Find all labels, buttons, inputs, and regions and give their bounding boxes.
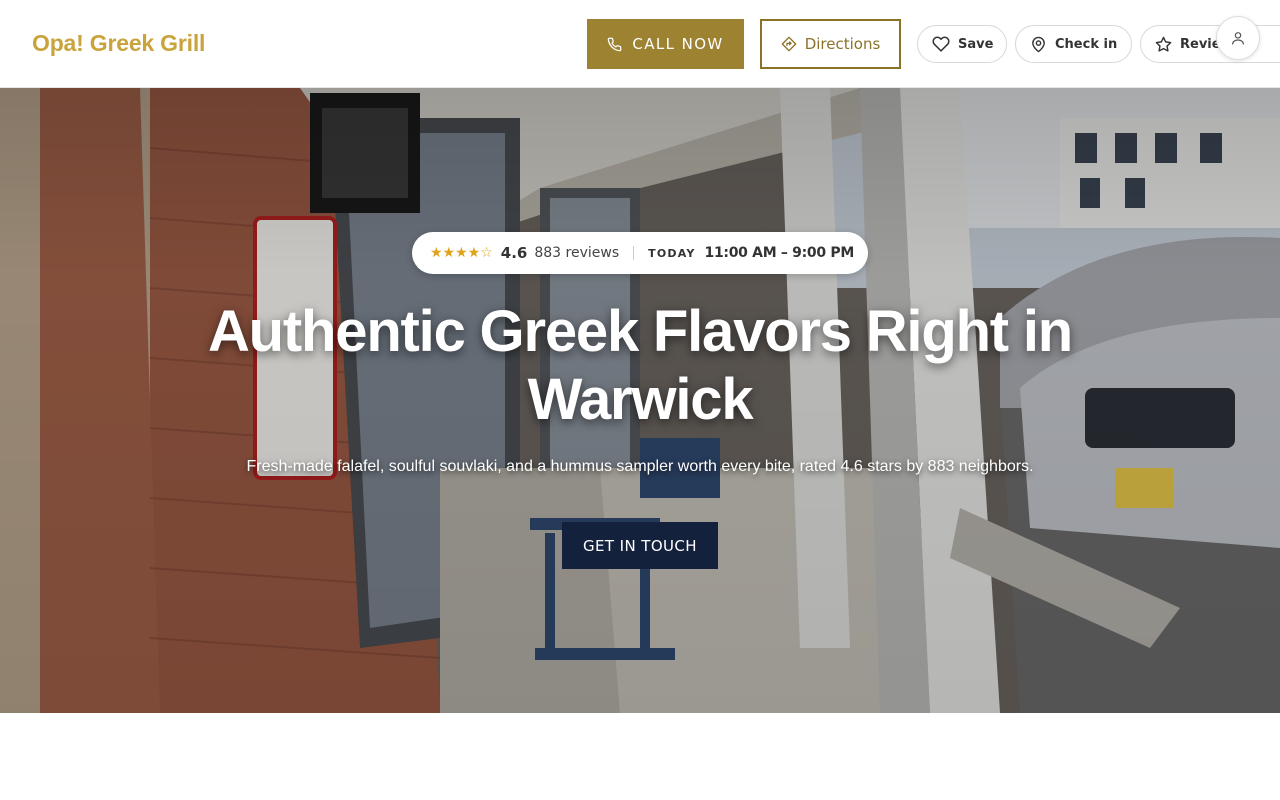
check-in-label: Check in (1055, 36, 1118, 52)
today-label: TODAY (648, 246, 696, 260)
check-in-button[interactable]: Check in (1015, 25, 1132, 63)
rating-stars: ★★★★☆ (430, 245, 493, 261)
hero-title: Authentic Greek Flavors Right in Warwick (208, 299, 1073, 432)
call-now-label: CALL NOW (632, 35, 724, 53)
rating-value: 4.6 (500, 244, 528, 262)
heart-icon (932, 35, 950, 53)
account-button[interactable] (1216, 16, 1260, 60)
star-icon (1155, 36, 1172, 53)
brand-name[interactable]: Opa! Greek Grill (32, 30, 205, 57)
map-pin-icon (1030, 36, 1047, 53)
phone-icon (607, 37, 622, 52)
directions-button[interactable]: Directions (760, 19, 901, 69)
save-button[interactable]: Save (917, 25, 1007, 63)
site-header: Opa! Greek Grill CALL NOW Directions Sav… (0, 0, 1280, 88)
hero-subtitle: Fresh-made falafel, soulful souvlaki, an… (246, 458, 1034, 475)
directions-icon (781, 36, 797, 52)
save-label: Save (958, 36, 994, 52)
divider (633, 246, 635, 260)
user-icon (1230, 30, 1246, 46)
rating-hours-pill: ★★★★☆ 4.6 883 reviews TODAY 11:00 AM – 9… (412, 232, 868, 274)
directions-label: Directions (804, 35, 881, 53)
get-in-touch-button[interactable]: GET IN TOUCH (562, 522, 718, 569)
opening-hours: 11:00 AM – 9:00 PM (704, 245, 855, 261)
review-count[interactable]: 883 reviews (534, 245, 619, 261)
call-now-button[interactable]: CALL NOW (587, 19, 744, 69)
hero-section: ★★★★☆ 4.6 883 reviews TODAY 11:00 AM – 9… (0, 88, 1280, 713)
